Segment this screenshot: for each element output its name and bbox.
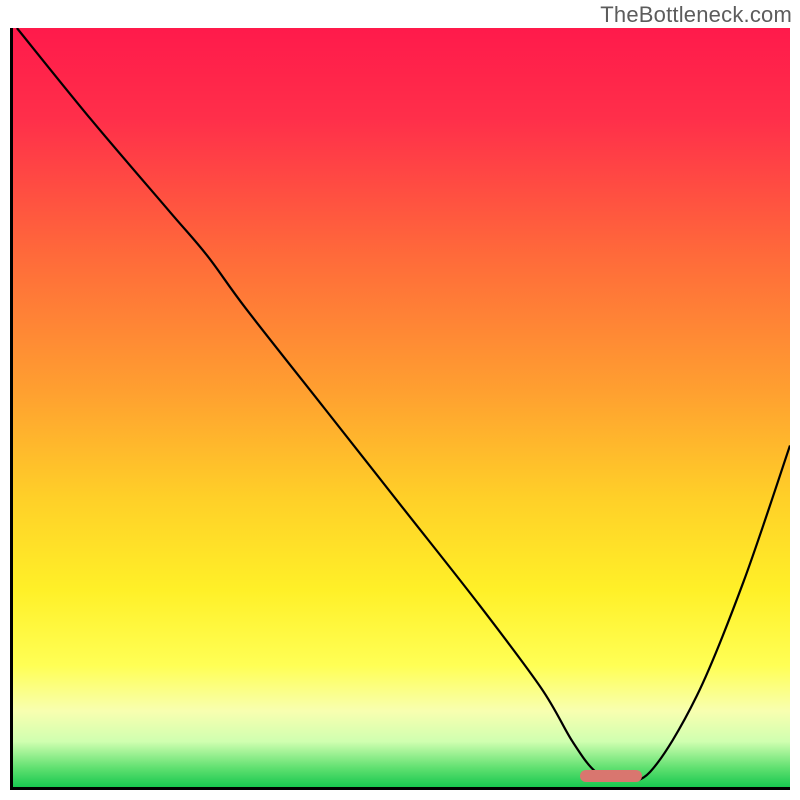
optimal-range-marker — [580, 770, 642, 782]
watermark-text: TheBottleneck.com — [600, 2, 792, 28]
chart-plot-area — [10, 28, 790, 790]
background-gradient — [13, 28, 790, 787]
